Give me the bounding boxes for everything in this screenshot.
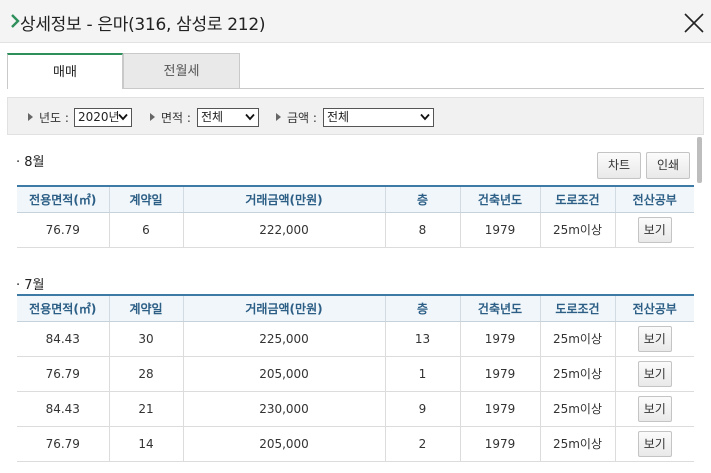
col-header-record: 전산공부 <box>614 185 694 213</box>
cell-floor: 1 <box>384 356 460 392</box>
cell-price: 222,000 <box>182 212 385 248</box>
cell-floor: 2 <box>384 426 460 462</box>
cell-price: 205,000 <box>182 426 385 462</box>
col-header-floor: 층 <box>384 294 460 322</box>
view-button[interactable]: 보기 <box>637 430 672 457</box>
col-header-area: 전용면적(㎡) <box>17 294 109 322</box>
chevron-right-icon <box>11 14 20 28</box>
chevron-down-icon <box>245 113 255 121</box>
table-header-row: 전용면적(㎡) 계약일 거래금액(만원) 층 건축년도 도로조건 전산공부 <box>17 294 694 322</box>
cell-floor: 13 <box>384 321 460 357</box>
table-row: 76.79 14 205,000 2 1979 25m이상 보기 <box>17 426 694 462</box>
cell-road: 25m이상 <box>539 321 615 357</box>
year-select[interactable]: 2020년 <box>74 108 132 127</box>
table-row: 76.79 6 222,000 8 1979 25m이상 보기 <box>17 212 694 248</box>
cell-floor: 8 <box>384 212 460 248</box>
table-row: 84.43 21 230,000 9 1979 25m이상 보기 <box>17 391 694 427</box>
cell-price: 225,000 <box>182 321 385 357</box>
table-header-row: 전용면적(㎡) 계약일 거래금액(만원) 층 건축년도 도로조건 전산공부 <box>17 185 694 213</box>
trade-table-july: 전용면적(㎡) 계약일 거래금액(만원) 층 건축년도 도로조건 전산공부 84… <box>17 294 694 462</box>
page-title: 상세정보 - 은마(316, 삼성로 212) <box>20 15 266 35</box>
cell-record: 보기 <box>614 212 694 248</box>
area-select[interactable]: 전체 <box>197 108 259 127</box>
cell-price: 230,000 <box>182 391 385 427</box>
triangle-right-icon <box>276 113 281 121</box>
cell-price: 205,000 <box>182 356 385 392</box>
col-header-built-year: 건축년도 <box>459 185 540 213</box>
col-header-record: 전산공부 <box>614 294 694 322</box>
tab-divider <box>123 88 704 89</box>
trade-table-august: 전용면적(㎡) 계약일 거래금액(만원) 층 건축년도 도로조건 전산공부 76… <box>17 185 694 248</box>
view-button[interactable]: 보기 <box>637 216 672 243</box>
table-row: 76.79 28 205,000 1 1979 25m이상 보기 <box>17 356 694 392</box>
triangle-right-icon <box>150 113 155 121</box>
filter-bar: 년도 : 2020년 면적 : 전체 금액 : 전체 <box>7 97 704 135</box>
cell-road: 25m이상 <box>539 356 615 392</box>
cell-day: 6 <box>108 212 183 248</box>
cell-area: 84.43 <box>17 391 109 427</box>
scrollbar-thumb[interactable] <box>697 137 702 183</box>
cell-day: 14 <box>108 426 183 462</box>
col-header-day: 계약일 <box>108 185 183 213</box>
year-filter-label: 년도 : <box>28 109 69 126</box>
cell-built-year: 1979 <box>459 321 540 357</box>
cell-built-year: 1979 <box>459 391 540 427</box>
col-header-road: 도로조건 <box>539 294 615 322</box>
chevron-down-icon <box>420 113 430 121</box>
cell-road: 25m이상 <box>539 212 615 248</box>
cell-record: 보기 <box>614 356 694 392</box>
year-select-value: 2020년 <box>78 110 120 124</box>
cell-record: 보기 <box>614 426 694 462</box>
area-select-value: 전체 <box>201 110 224 124</box>
col-header-built-year: 건축년도 <box>459 294 540 322</box>
price-select-value: 전체 <box>327 110 350 124</box>
cell-day: 21 <box>108 391 183 427</box>
triangle-right-icon <box>28 113 33 121</box>
col-header-area: 전용면적(㎡) <box>17 185 109 213</box>
col-header-road: 도로조건 <box>539 185 615 213</box>
col-header-price: 거래금액(만원) <box>182 185 385 213</box>
cell-built-year: 1979 <box>459 426 540 462</box>
section-title-july: · 7월 <box>16 278 45 293</box>
cell-day: 28 <box>108 356 183 392</box>
cell-area: 76.79 <box>17 426 109 462</box>
table-row: 84.43 30 225,000 13 1979 25m이상 보기 <box>17 321 694 357</box>
cell-built-year: 1979 <box>459 212 540 248</box>
tab-rent[interactable]: 전월세 <box>123 53 240 89</box>
price-select[interactable]: 전체 <box>323 108 434 127</box>
col-header-day: 계약일 <box>108 294 183 322</box>
cell-floor: 9 <box>384 391 460 427</box>
dialog-header: 상세정보 - 은마(316, 삼성로 212) <box>0 0 711 43</box>
print-button[interactable]: 인쇄 <box>646 152 690 179</box>
cell-road: 25m이상 <box>539 426 615 462</box>
cell-area: 76.79 <box>17 212 109 248</box>
price-filter-label: 금액 : <box>276 109 317 126</box>
view-button[interactable]: 보기 <box>637 325 672 352</box>
chart-button[interactable]: 차트 <box>597 152 641 179</box>
close-icon[interactable] <box>682 11 706 35</box>
col-header-floor: 층 <box>384 185 460 213</box>
tab-sale[interactable]: 매매 <box>7 53 123 89</box>
area-filter-label: 면적 : <box>150 109 191 126</box>
col-header-price: 거래금액(만원) <box>182 294 385 322</box>
cell-day: 30 <box>108 321 183 357</box>
cell-record: 보기 <box>614 391 694 427</box>
view-button[interactable]: 보기 <box>637 360 672 387</box>
cell-road: 25m이상 <box>539 391 615 427</box>
cell-area: 76.79 <box>17 356 109 392</box>
cell-built-year: 1979 <box>459 356 540 392</box>
view-button[interactable]: 보기 <box>637 395 672 422</box>
section-title-august: · 8월 <box>16 155 45 170</box>
cell-record: 보기 <box>614 321 694 357</box>
chevron-down-icon <box>118 113 128 121</box>
cell-area: 84.43 <box>17 321 109 357</box>
